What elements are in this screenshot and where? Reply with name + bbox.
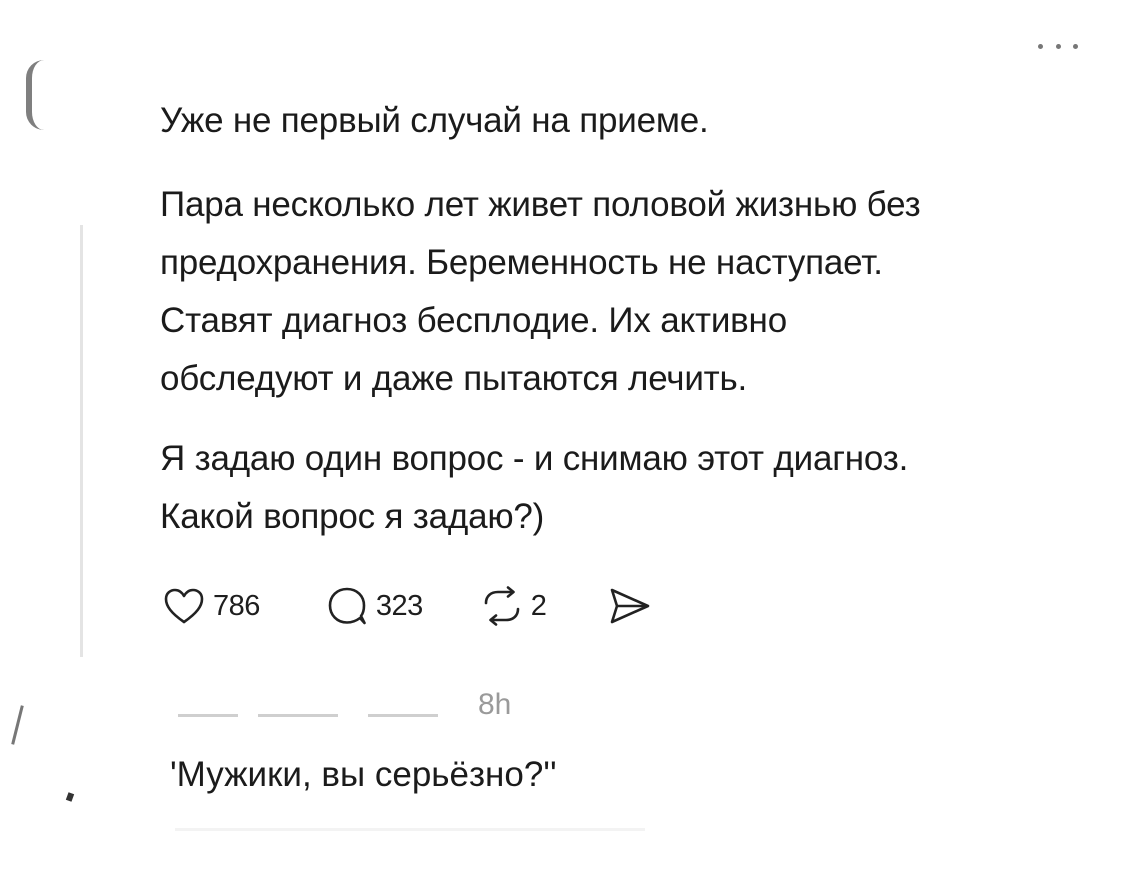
reply-meta: 8h	[168, 686, 518, 726]
thread-line	[80, 225, 83, 657]
left-edge-mark	[11, 705, 24, 745]
repost-button[interactable]: 2	[481, 586, 547, 626]
more-dot	[1038, 43, 1043, 49]
post-line: Ставят диагноз бесплодие. Их активно	[160, 301, 787, 340]
reply-text: 'Мужики, вы серьёзно?''	[170, 755, 557, 794]
post-line: обследуют и даже пытаются лечить.	[160, 359, 748, 398]
post-line: Я задаю один вопрос - и снимаю этот диаг…	[160, 439, 909, 478]
more-options-button[interactable]	[1038, 38, 1078, 54]
post-paragraph-2: Пара несколько лет живет половой жизнью …	[160, 176, 921, 408]
post-line: Пара несколько лет живет половой жизнью …	[160, 185, 921, 224]
post-line: Какой вопрос я задаю?)	[160, 497, 545, 536]
more-dot	[1055, 43, 1061, 49]
post-line: предохранения. Беременность не наступает…	[160, 243, 883, 282]
post-line: Уже не первый случай на приеме.	[160, 101, 709, 140]
redacted-username	[258, 714, 338, 717]
like-count: 786	[213, 589, 260, 622]
send-icon	[611, 588, 650, 624]
heart-icon	[164, 588, 204, 624]
redacted-username	[368, 714, 438, 717]
redacted-username	[178, 714, 238, 717]
post-paragraph-1: Уже не первый случай на приеме.	[160, 92, 709, 150]
like-button[interactable]: 786	[163, 587, 260, 625]
post-actions: 786 323 2	[163, 582, 652, 630]
avatar[interactable]	[26, 60, 44, 130]
left-edge-mark	[65, 792, 75, 802]
post-paragraph-3: Я задаю один вопрос - и снимаю этот диаг…	[160, 430, 908, 546]
comment-bubble-icon	[328, 587, 366, 625]
repost-count: 2	[530, 589, 547, 622]
divider	[175, 828, 645, 831]
reply-timestamp: 8h	[478, 688, 512, 721]
reply-button[interactable]: 323	[326, 586, 423, 626]
share-button[interactable]	[608, 586, 652, 626]
reply-count: 323	[375, 589, 423, 622]
more-dot	[1073, 43, 1078, 49]
repost-arrows-icon	[484, 586, 520, 626]
